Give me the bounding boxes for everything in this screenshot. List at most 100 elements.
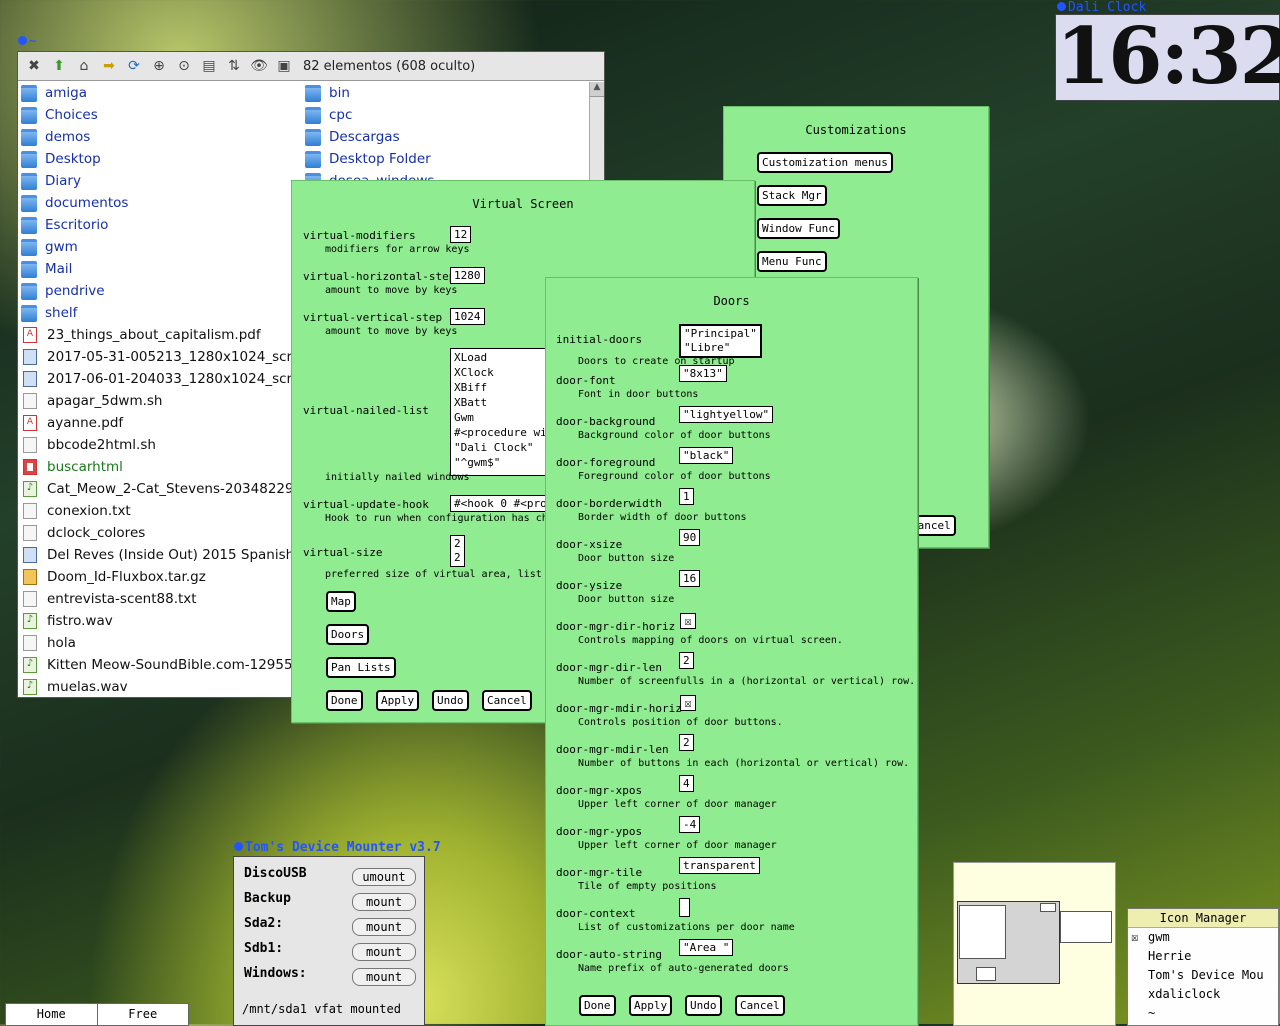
desktop-pager[interactable]	[953, 862, 1116, 1026]
nailed-list-entry[interactable]: XBiff	[454, 380, 550, 395]
doors-button[interactable]: Doors	[326, 624, 370, 645]
stack-mgr-button[interactable]: Stack Mgr	[757, 185, 827, 206]
pager-window-thumb[interactable]	[959, 905, 1006, 959]
door-option-field[interactable]: 2	[679, 734, 694, 751]
file-item[interactable]: Doom_Id-Fluxbox.tar.gz	[18, 566, 304, 588]
door-option-field[interactable]: 1	[679, 488, 694, 505]
door-option-field[interactable]: "lightyellow"	[679, 406, 774, 423]
up-arrow-icon[interactable]: ⬆	[49, 56, 69, 76]
door-option-field[interactable]: 4	[679, 775, 694, 792]
nailed-list-entry[interactable]: "^gwm$"	[454, 455, 550, 470]
virtual-cancel-button[interactable]: Cancel	[482, 690, 532, 711]
file-item[interactable]: apagar_5dwm.sh	[18, 390, 304, 412]
door-option-checkbox[interactable]: ☒	[680, 695, 696, 711]
mount-button[interactable]: mount	[352, 943, 416, 961]
icon-manager-item[interactable]: Tom's Device Mou	[1128, 966, 1278, 985]
home-icon[interactable]: ⌂	[74, 56, 94, 76]
virtual-undo-button[interactable]: Undo	[432, 690, 469, 711]
door-option-field[interactable]: "black"	[679, 447, 734, 464]
file-item[interactable]: buscarhtml	[18, 456, 304, 478]
folder-item[interactable]: Choices	[18, 104, 304, 126]
virtual-horizontal-step-field[interactable]: 1280	[450, 267, 485, 284]
file-item[interactable]: bbcode2html.sh	[18, 434, 304, 456]
file-item[interactable]: 2017-06-01-204033_1280x1024_scrot.	[18, 368, 310, 390]
map-button[interactable]: Map	[326, 591, 356, 612]
folder-item[interactable]: amiga	[18, 82, 304, 104]
mount-button[interactable]: umount	[352, 868, 416, 886]
file-item[interactable]: entrevista-scent88.txt	[18, 588, 304, 610]
icon-manager-item[interactable]: ☒ gwm	[1128, 928, 1278, 947]
door-option-field[interactable]: -4	[679, 816, 701, 833]
file-item[interactable]: 2017-05-31-005213_1280x1024_scrot.	[18, 346, 310, 368]
folder-item[interactable]: Desktop Folder	[302, 148, 590, 170]
sort-icon[interactable]: ⇅	[224, 56, 244, 76]
doors-apply-button[interactable]: Apply	[629, 995, 673, 1016]
list-view-icon[interactable]: ▤	[199, 56, 219, 76]
door-option-field[interactable]: "Area "	[679, 939, 734, 956]
door-option-checkbox[interactable]: ☒	[680, 613, 696, 629]
virtual-size-field[interactable]: 2 2	[450, 535, 465, 567]
nailed-list-entry[interactable]: Gwm	[454, 410, 550, 425]
folder-item[interactable]: demos	[18, 126, 304, 148]
door-option-field[interactable]: transparent	[679, 857, 760, 874]
file-item[interactable]: Del Reves (Inside Out) 2015 Spanish A	[18, 544, 308, 566]
close-icon[interactable]: ✖	[24, 56, 44, 76]
forward-icon[interactable]: ➡	[99, 56, 119, 76]
virtual-modifiers-field[interactable]: 12	[450, 226, 472, 243]
door-free-button[interactable]: Free	[98, 1004, 189, 1025]
window-func-button[interactable]: Window Func	[757, 218, 840, 239]
file-item[interactable]: Aayanne.pdf	[18, 412, 304, 434]
pager-window-thumb[interactable]	[1040, 903, 1056, 912]
virtual-nailed-list-field[interactable]: XLoad XClock XBiff XBatt Gwm #<procedure wind…	[450, 348, 554, 476]
mount-button[interactable]: mount	[352, 968, 416, 986]
file-item[interactable]: dclock_colores	[18, 522, 304, 544]
details-icon[interactable]: ▣	[274, 56, 294, 76]
folder-item[interactable]: Diary	[18, 170, 304, 192]
scroll-up-icon[interactable]: ▲	[590, 82, 604, 97]
doors-done-button[interactable]: Done	[579, 995, 616, 1016]
show-hidden-icon[interactable]: 👁	[249, 56, 269, 76]
zoom-fit-icon[interactable]: ⊙	[174, 56, 194, 76]
door-option-field[interactable]: 16	[679, 570, 701, 587]
pager-window-thumb[interactable]	[976, 967, 996, 981]
nailed-list-entry[interactable]: XClock	[454, 365, 550, 380]
door-option-field[interactable]: 90	[679, 529, 701, 546]
folder-item[interactable]: Desktop	[18, 148, 304, 170]
door-option-field[interactable]: "Principal" "Libre"	[679, 324, 762, 358]
file-item[interactable]: ♪ Kitten Meow-SoundBible.com-1295572	[18, 654, 310, 676]
mount-button[interactable]: mount	[352, 893, 416, 911]
zoom-in-icon[interactable]: ⊕	[149, 56, 169, 76]
refresh-icon[interactable]: ⟳	[124, 56, 144, 76]
door-home-button[interactable]: Home	[6, 1004, 98, 1025]
folder-item[interactable]: shelf	[18, 302, 304, 324]
folder-item[interactable]: bin	[302, 82, 590, 104]
file-item[interactable]: conexion.txt	[18, 500, 304, 522]
file-item[interactable]: A 23_things_about_capitalism.pdf	[18, 324, 304, 346]
file-item[interactable]: ♪ muelas.wav	[18, 676, 304, 698]
folder-item[interactable]: documentos	[18, 192, 304, 214]
folder-item[interactable]: gwm	[18, 236, 304, 258]
nailed-list-entry[interactable]: #<procedure wind	[454, 425, 553, 440]
virtual-vertical-step-field[interactable]: 1024	[450, 308, 485, 325]
icon-manager-item[interactable]: ~	[1128, 1004, 1278, 1023]
folder-item[interactable]: cpc	[302, 104, 590, 126]
icon-manager-item[interactable]: Herrie	[1128, 947, 1278, 966]
doors-cancel-button[interactable]: Cancel	[735, 995, 785, 1016]
pager-window-thumb[interactable]	[1060, 911, 1112, 943]
home-window-title[interactable]: ~	[18, 34, 37, 49]
folder-item[interactable]: Escritorio	[18, 214, 304, 236]
doors-undo-button[interactable]: Undo	[685, 995, 722, 1016]
nailed-list-entry[interactable]: XBatt	[454, 395, 550, 410]
folder-item[interactable]: pendrive	[18, 280, 304, 302]
mount-button[interactable]: mount	[352, 918, 416, 936]
menu-func-button[interactable]: Menu Func	[757, 251, 827, 272]
customization-menus-button[interactable]: Customization menus	[757, 152, 893, 173]
virtual-done-button[interactable]: Done	[326, 690, 363, 711]
icon-manager-item[interactable]: xdaliclock	[1128, 985, 1278, 1004]
door-option-field[interactable]: "8x13"	[679, 365, 727, 382]
virtual-apply-button[interactable]: Apply	[376, 690, 420, 711]
file-item[interactable]: ♪ fistro.wav	[18, 610, 304, 632]
pan-lists-button[interactable]: Pan Lists	[326, 657, 396, 678]
nailed-list-entry[interactable]: "Dali Clock"	[454, 440, 550, 455]
file-item[interactable]: ♪ Cat_Meow_2-Cat_Stevens-2034822903	[18, 478, 311, 500]
